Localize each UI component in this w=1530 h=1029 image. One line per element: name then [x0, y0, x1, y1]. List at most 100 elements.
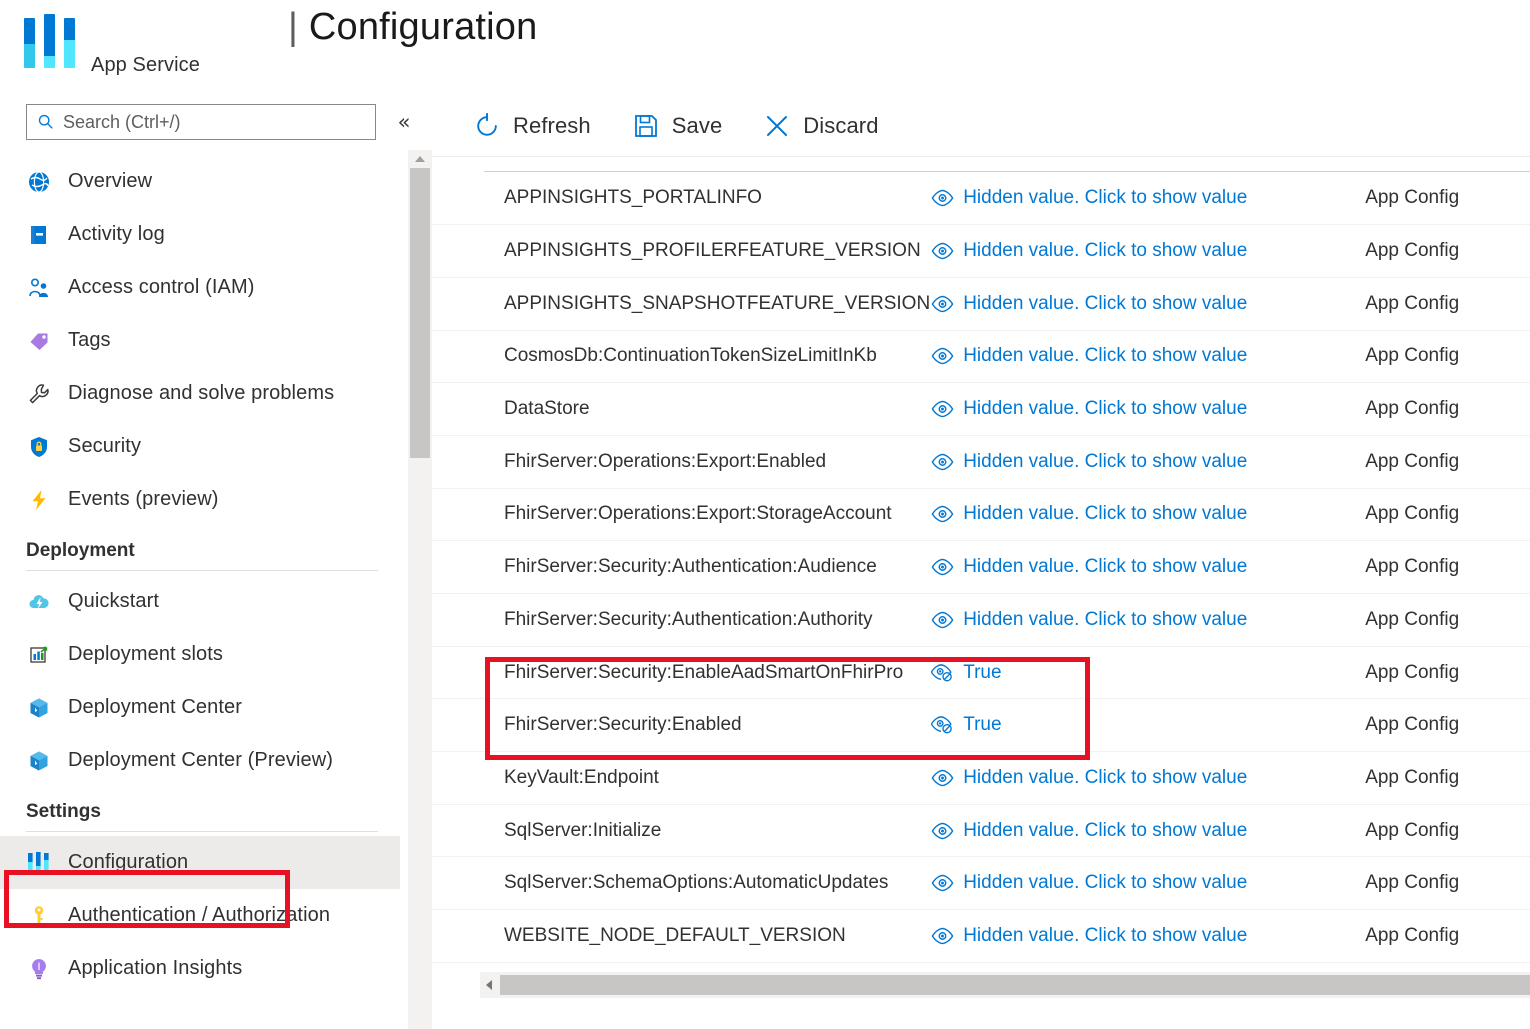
sliders-icon	[26, 850, 52, 876]
sidebar-item-label: Activity log	[68, 223, 165, 245]
eye-icon	[930, 452, 954, 472]
setting-value-cell[interactable]: Hidden value. Click to show value	[930, 909, 1351, 963]
setting-value-cell[interactable]: Hidden value. Click to show value	[930, 856, 1351, 911]
refresh-button[interactable]: Refresh	[472, 111, 591, 141]
sidebar-item-activity-log[interactable]: Activity log	[0, 208, 400, 261]
table-row[interactable]: WEBSITE_NODE_DEFAULT_VERSION Hidden value…	[432, 909, 1530, 963]
sidebar-item-label: Quickstart	[68, 590, 160, 612]
setting-value-cell[interactable]: Hidden value. Click to show value	[930, 751, 1351, 805]
show-value-toggle[interactable]: Hidden value. Click to show value	[930, 451, 1350, 473]
setting-value-cell[interactable]: Hidden value. Click to show value	[930, 804, 1351, 858]
setting-name-cell: APPINSIGHTS_SNAPSHOTFEATURE_VERSION	[432, 277, 931, 331]
table-row[interactable]: FhirServer:Operations:Export:StorageAcco…	[432, 488, 1530, 542]
sidebar-item-tags[interactable]: Tags	[0, 314, 400, 367]
scroll-up-arrow-icon[interactable]	[408, 152, 432, 166]
setting-value-cell[interactable]: Hidden value. Click to show value	[930, 488, 1351, 542]
page-header: App Service | Configuration	[0, 0, 1530, 95]
setting-name-cell: FhirServer:Security:EnableAadSmartOnFhir…	[432, 646, 931, 700]
sidebar-group-title-settings: Settings	[26, 801, 101, 822]
sidebar-item-label: Application Insights	[68, 957, 243, 979]
table-row[interactable]: FhirServer:Operations:Export:Enabled Hidd…	[432, 435, 1530, 489]
table-row[interactable]: APPINSIGHTS_PROFILERFEATURE_VERSION Hidde…	[432, 224, 1530, 278]
settings-table-container: APPINSIGHTS_PORTALINFO Hidden value. Clic…	[432, 157, 1530, 967]
show-value-toggle[interactable]: Hidden value. Click to show value	[930, 556, 1350, 578]
hide-value-toggle[interactable]: True	[930, 662, 1350, 684]
table-row[interactable]: KeyVault:Endpoint Hidden value. Click to …	[432, 751, 1530, 805]
table-row[interactable]: APPINSIGHTS_SNAPSHOTFEATURE_VERSION Hidde…	[432, 277, 1530, 331]
setting-value-cell[interactable]: Hidden value. Click to show value	[930, 224, 1351, 278]
table-row[interactable]: FhirServer:Security:Authentication:Audie…	[432, 540, 1530, 594]
sidebar-item-deployment-center[interactable]: Deployment Center	[0, 681, 400, 734]
sidebar-item-quickstart[interactable]: Quickstart	[0, 575, 400, 628]
main-content: Refresh Save Discard APPINSIGHTS_PORTALI…	[432, 95, 1530, 1029]
sidebar-item-configuration[interactable]: Configuration	[0, 836, 400, 889]
sidebar-item-events[interactable]: Events (preview)	[0, 473, 400, 526]
table-row[interactable]: SqlServer:SchemaOptions:AutomaticUpdates…	[432, 856, 1530, 911]
eye-icon	[930, 610, 954, 630]
show-value-toggle[interactable]: Hidden value. Click to show value	[930, 398, 1350, 420]
search-input[interactable]: Search (Ctrl+/)	[26, 104, 376, 140]
sidebar-item-authentication-authorization[interactable]: Authentication / Authorization	[0, 889, 400, 942]
command-toolbar: Refresh Save Discard	[432, 95, 1530, 157]
sidebar-item-application-insights[interactable]: Application Insights	[0, 942, 400, 995]
azure-portal-configuration-page: App Service | Configuration Search (Ctrl…	[0, 0, 1530, 1029]
lightbulb-icon	[26, 956, 52, 982]
setting-value-cell[interactable]: Hidden value. Click to show value	[930, 593, 1351, 647]
sidebar-item-deployment-slots[interactable]: Deployment slots	[0, 628, 400, 681]
setting-source-cell: App Config	[1350, 751, 1530, 805]
setting-value-cell[interactable]: Hidden value. Click to show value	[930, 540, 1351, 594]
show-value-toggle[interactable]: Hidden value. Click to show value	[930, 820, 1350, 842]
shield-lock-icon	[26, 434, 52, 460]
setting-value-cell[interactable]: True	[930, 646, 1351, 700]
table-row[interactable]: FhirServer:Security:Authentication:Autho…	[432, 593, 1530, 647]
show-value-toggle[interactable]: Hidden value. Click to show value	[930, 345, 1350, 367]
chevron-double-left-icon[interactable]: «	[392, 112, 416, 133]
table-row[interactable]: DataStore Hidden value. Click to show val…	[432, 382, 1530, 436]
eye-icon	[930, 557, 954, 577]
table-row[interactable]: FhirServer:Security:Enabled True App Confi…	[432, 698, 1530, 753]
sidebar-vertical-scrollbar[interactable]	[408, 150, 432, 1029]
show-value-toggle[interactable]: Hidden value. Click to show value	[930, 503, 1350, 525]
horizontal-scroll-thumb[interactable]	[500, 975, 1530, 995]
title-separator: |	[288, 6, 299, 48]
sidebar-item-access-control[interactable]: Access control (IAM)	[0, 261, 400, 314]
show-value-toggle[interactable]: Hidden value. Click to show value	[930, 872, 1350, 894]
sidebar-item-overview[interactable]: Overview	[0, 155, 400, 208]
table-row[interactable]: FhirServer:Security:EnableAadSmartOnFhir…	[432, 646, 1530, 700]
setting-value-cell[interactable]: Hidden value. Click to show value	[930, 382, 1351, 436]
sidebar-item-deployment-center-preview[interactable]: Deployment Center (Preview)	[0, 734, 400, 787]
sidebar-scroll-thumb[interactable]	[410, 168, 430, 458]
eye-hidden-icon	[930, 663, 954, 683]
show-value-toggle[interactable]: Hidden value. Click to show value	[930, 609, 1350, 631]
setting-source-cell: App Config	[1350, 540, 1530, 594]
save-button[interactable]: Save	[631, 111, 723, 141]
show-value-toggle[interactable]: Hidden value. Click to show value	[930, 293, 1350, 315]
show-value-toggle[interactable]: Hidden value. Click to show value	[930, 187, 1350, 209]
table-row[interactable]: CosmosDb:ContinuationTokenSizeLimitInKb H…	[432, 330, 1530, 384]
setting-name-cell: FhirServer:Operations:Export:Enabled	[432, 435, 931, 489]
hidden-value-link: Hidden value. Click to show value	[963, 608, 1248, 630]
show-value-toggle[interactable]: Hidden value. Click to show value	[930, 925, 1350, 947]
setting-name-cell: CosmosDb:ContinuationTokenSizeLimitInKb	[432, 330, 931, 384]
setting-value-cell[interactable]: Hidden value. Click to show value	[930, 172, 1351, 226]
setting-value-cell[interactable]: True	[930, 698, 1351, 753]
table-row[interactable]: APPINSIGHTS_PORTALINFO Hidden value. Clic…	[432, 172, 1530, 226]
table-horizontal-scrollbar[interactable]	[480, 972, 1530, 998]
scroll-left-arrow-icon[interactable]	[480, 972, 498, 998]
hidden-value-link: Hidden value. Click to show value	[963, 924, 1248, 946]
app-service-sliders-icon	[24, 14, 82, 72]
setting-value-cell[interactable]: Hidden value. Click to show value	[930, 330, 1351, 384]
setting-value-cell[interactable]: Hidden value. Click to show value	[930, 277, 1351, 331]
sidebar-item-security[interactable]: Security	[0, 420, 400, 473]
wrench-icon	[26, 381, 52, 407]
show-value-toggle[interactable]: Hidden value. Click to show value	[930, 767, 1350, 789]
discard-button[interactable]: Discard	[762, 111, 878, 141]
table-row[interactable]: SqlServer:Initialize Hidden value. Click …	[432, 804, 1530, 858]
sidebar-item-diagnose[interactable]: Diagnose and solve problems	[0, 367, 400, 420]
hide-value-toggle[interactable]: True	[930, 714, 1350, 736]
setting-source-cell: App Config	[1350, 698, 1530, 753]
app-settings-table: APPINSIGHTS_PORTALINFO Hidden value. Clic…	[432, 172, 1530, 963]
show-value-toggle[interactable]: Hidden value. Click to show value	[930, 240, 1350, 262]
setting-value-cell[interactable]: Hidden value. Click to show value	[930, 435, 1351, 489]
sidebar-group-divider	[26, 831, 378, 832]
